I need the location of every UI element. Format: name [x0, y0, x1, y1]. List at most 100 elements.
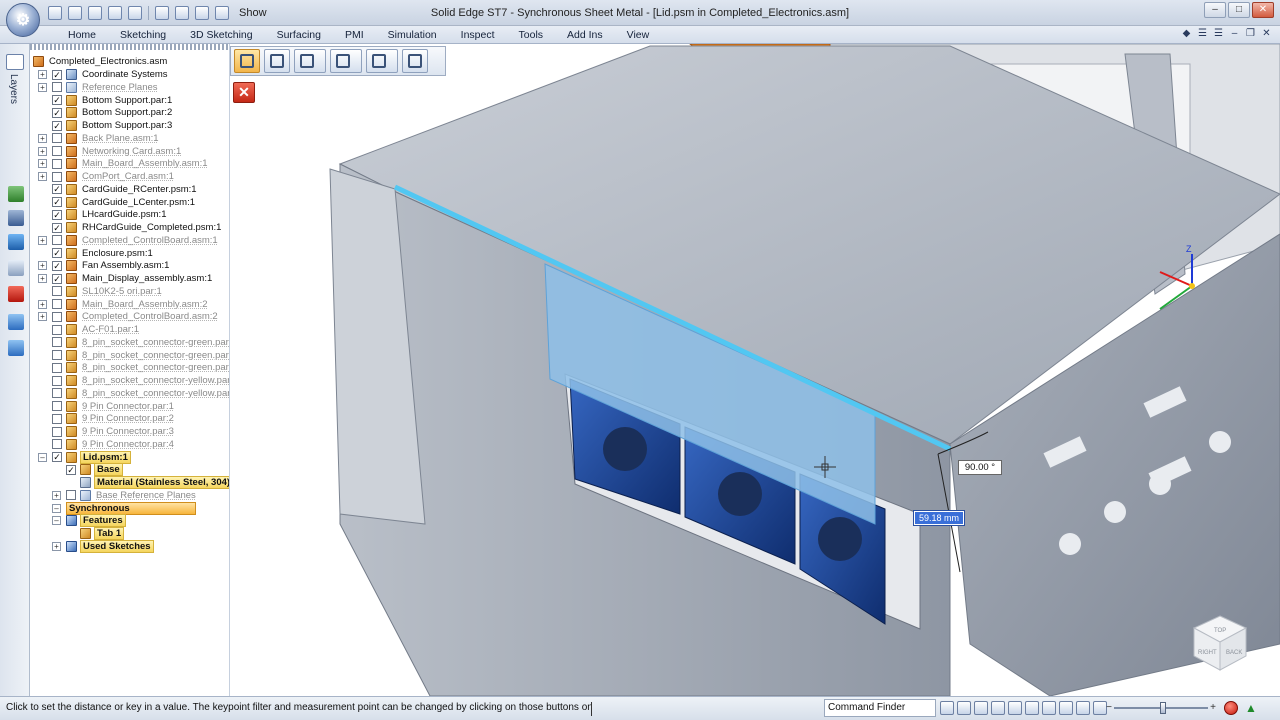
expand-icon[interactable]: +: [38, 159, 47, 169]
tree-item[interactable]: + ✓ Main_Display_assembly.asm:1: [38, 272, 214, 285]
visibility-checkbox[interactable]: ✓: [52, 197, 62, 207]
visibility-checkbox[interactable]: [52, 350, 62, 360]
visibility-checkbox[interactable]: [52, 413, 62, 424]
sensors-icon[interactable]: [8, 234, 24, 250]
tree-item[interactable]: 9 Pin Connector.par:1: [38, 400, 176, 413]
visibility-checkbox[interactable]: [66, 490, 76, 501]
visibility-checkbox[interactable]: ✓: [52, 184, 62, 195]
tree-item[interactable]: 8_pin_socket_connector-green.par:3: [38, 361, 229, 374]
expand-icon[interactable]: +: [38, 133, 47, 143]
style-icon[interactable]: [1076, 701, 1090, 715]
upload-icon[interactable]: ▲: [1244, 701, 1258, 715]
tree-item[interactable]: + Base Reference Planes: [52, 489, 198, 502]
youtube-icon[interactable]: [8, 286, 24, 302]
tab-inspect[interactable]: Inspect: [449, 28, 507, 42]
tree-item[interactable]: ✓ Bottom Support.par:3: [38, 119, 174, 132]
expand-icon[interactable]: +: [38, 261, 47, 271]
keypoint-filter-button[interactable]: [294, 49, 326, 73]
close-button[interactable]: ✕: [1252, 2, 1274, 18]
tree-item[interactable]: Tab 1: [66, 527, 125, 540]
library-icon[interactable]: [8, 314, 24, 330]
visibility-checkbox[interactable]: [52, 82, 62, 93]
tree-item[interactable]: ✓ CardGuide_LCenter.psm:1: [38, 196, 197, 209]
tree-item[interactable]: ✓ Base: [52, 463, 123, 477]
zoom-thumb[interactable]: [1159, 702, 1166, 714]
visibility-checkbox[interactable]: [52, 426, 62, 437]
dimension-side-button[interactable]: [366, 49, 398, 73]
expand-icon[interactable]: +: [38, 82, 47, 92]
options-icon[interactable]: ☰: [1197, 28, 1208, 39]
tree-item[interactable]: AC-F01.par:1: [38, 323, 141, 336]
expand-icon[interactable]: +: [52, 541, 61, 551]
tree-item[interactable]: + Used Sketches: [52, 539, 154, 553]
tree-item[interactable]: + Back Plane.asm:1: [38, 132, 161, 145]
tree-item[interactable]: + ComPort_Card.asm:1: [38, 170, 176, 183]
visibility-checkbox[interactable]: [52, 375, 62, 386]
expand-icon[interactable]: +: [38, 235, 47, 245]
visibility-checkbox[interactable]: ✓: [52, 222, 62, 233]
tree-item[interactable]: + ✓ Fan Assembly.asm:1: [38, 259, 171, 272]
visibility-checkbox[interactable]: ✓: [52, 69, 62, 80]
zoom-icon[interactable]: [991, 701, 1005, 715]
expand-icon[interactable]: +: [38, 299, 47, 309]
zoom-out-button[interactable]: −: [1104, 702, 1114, 714]
tree-item[interactable]: – Features: [52, 514, 126, 528]
expand-icon[interactable]: +: [38, 70, 47, 79]
visibility-checkbox[interactable]: [52, 362, 62, 373]
refresh-icon[interactable]: [940, 701, 954, 715]
expand-icon[interactable]: +: [52, 490, 61, 500]
feature-library-icon[interactable]: [8, 210, 24, 226]
visibility-checkbox[interactable]: [52, 439, 62, 450]
expand-icon[interactable]: +: [38, 274, 47, 283]
visibility-checkbox[interactable]: [52, 133, 62, 144]
collapse-icon[interactable]: –: [52, 516, 61, 526]
doc-minimize-icon[interactable]: –: [1229, 28, 1240, 39]
tab-home[interactable]: Home: [56, 28, 108, 42]
tree-item[interactable]: 8_pin_socket_connector-green.par:1: [38, 336, 229, 349]
named-views-icon[interactable]: [1059, 701, 1073, 715]
assembly-icon[interactable]: [8, 340, 24, 356]
fit-icon[interactable]: [957, 701, 971, 715]
tree-item[interactable]: 8_pin_socket_connector-yellow.par:: [38, 387, 229, 400]
visibility-checkbox[interactable]: ✓: [52, 120, 62, 131]
expand-icon[interactable]: +: [38, 146, 47, 156]
tree-item[interactable]: + Completed_ControlBoard.asm:2: [38, 310, 220, 323]
tree-item[interactable]: 9 Pin Connector.par:3: [38, 425, 176, 438]
sketch-view-icon[interactable]: [1042, 701, 1056, 715]
expand-icon[interactable]: +: [38, 172, 47, 181]
visibility-checkbox[interactable]: ✓: [66, 464, 76, 475]
visibility-checkbox[interactable]: [52, 324, 62, 335]
visibility-checkbox[interactable]: ✓: [52, 107, 62, 118]
tree-root[interactable]: Completed_Electronics.asm: [33, 55, 169, 68]
tree-item[interactable]: – ✓ Lid.psm:1: [38, 450, 131, 464]
tree-item[interactable]: ✓ Enclosure.psm:1: [38, 247, 155, 260]
tab-3d-sketching[interactable]: 3D Sketching: [178, 28, 264, 42]
tab-sketching[interactable]: Sketching: [108, 28, 178, 42]
doc-close-icon[interactable]: ✕: [1261, 28, 1272, 39]
tree-item[interactable]: ✓ RHCardGuide_Completed.psm:1: [38, 221, 223, 234]
collapse-icon[interactable]: –: [52, 503, 61, 513]
tree-item[interactable]: 8_pin_socket_connector-green.par:2: [38, 349, 229, 362]
visibility-checkbox[interactable]: ✓: [52, 95, 62, 105]
zoom-in-button[interactable]: +: [1208, 702, 1218, 714]
zoom-slider[interactable]: − +: [1104, 702, 1218, 714]
tree-item[interactable]: + Completed_ControlBoard.asm:1: [38, 234, 220, 247]
tab-view[interactable]: View: [615, 28, 662, 42]
tree-item[interactable]: ✓ CardGuide_RCenter.psm:1: [38, 183, 199, 196]
tab-add-ins[interactable]: Add Ins: [555, 28, 615, 42]
tab-pmi[interactable]: PMI: [333, 28, 376, 42]
doc-restore-icon[interactable]: ❐: [1245, 28, 1256, 39]
tree-item[interactable]: + Reference Planes: [38, 81, 160, 94]
expand-icon[interactable]: +: [38, 312, 47, 322]
rotate-icon[interactable]: [1025, 701, 1039, 715]
visibility-checkbox[interactable]: [52, 171, 62, 182]
visibility-checkbox[interactable]: [52, 401, 62, 411]
menu-icon[interactable]: ☰: [1213, 28, 1224, 39]
tab-surfacing[interactable]: Surfacing: [265, 28, 333, 42]
tab-extent-button[interactable]: [402, 49, 428, 73]
tree-item[interactable]: + Main_Board_Assembly.asm:2: [38, 298, 210, 311]
visibility-checkbox[interactable]: [52, 146, 62, 156]
visibility-checkbox[interactable]: ✓: [52, 248, 62, 258]
distance-dimension-value[interactable]: 59.18 mm: [913, 510, 965, 526]
graphics-viewport[interactable]: Z 90.00 ° 59.18 mm TOP RIGHT BACK: [230, 44, 1280, 696]
